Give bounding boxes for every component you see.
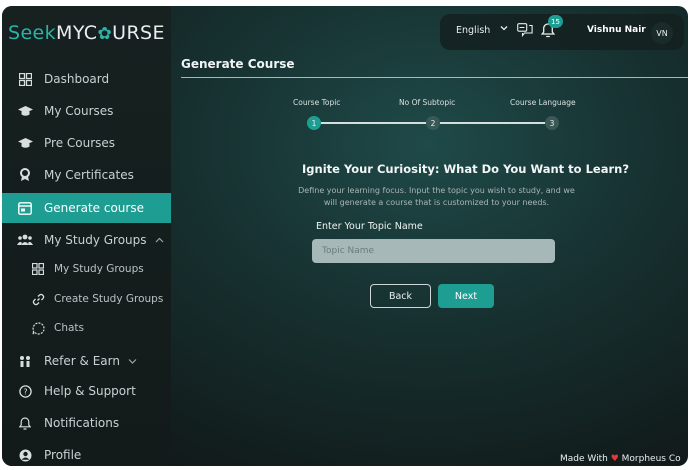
sidebar-subitem-create-study-groups[interactable]: Create Study Groups — [2, 284, 171, 314]
help-icon: ? — [17, 383, 33, 399]
chat-icon — [30, 320, 46, 336]
sidebar-item-label: Dashboard — [44, 72, 110, 86]
graduation-cap-icon — [17, 135, 33, 151]
user-name[interactable]: Vishnu Nair — [587, 25, 646, 35]
link-icon — [30, 291, 46, 307]
step-connector — [440, 122, 546, 124]
user-icon — [17, 447, 33, 463]
heart-icon: ♥ — [610, 454, 619, 464]
sidebar-item-label: Chats — [54, 322, 85, 334]
page-title: Generate Course — [181, 57, 295, 71]
bell-icon — [17, 415, 33, 431]
sidebar-item-label: Profile — [44, 448, 82, 462]
language-select[interactable]: English — [456, 25, 490, 36]
brand-seek: Seek — [8, 22, 57, 44]
sidebar-item-refer-earn[interactable]: Refer & Earn — [2, 346, 171, 376]
sidebar-item-label: Notifications — [44, 416, 120, 430]
step-1-indicator: 1 — [307, 116, 321, 130]
sidebar-item-label: My Study Groups — [54, 263, 144, 275]
step-2-indicator: 2 — [426, 116, 440, 130]
graduation-cap-icon — [17, 103, 33, 119]
sidebar-item-label: Generate course — [44, 201, 144, 215]
back-button[interactable]: Back — [370, 284, 431, 308]
sidebar-item-profile[interactable]: Profile — [2, 440, 171, 466]
sidebar-item-label: My Courses — [44, 104, 114, 118]
sidebar-item-help-support[interactable]: ? Help & Support — [2, 376, 171, 406]
chevron-down-icon[interactable] — [500, 24, 508, 34]
footer-author[interactable]: Morpheus Co — [622, 454, 681, 464]
footer-made-with: Made With — [560, 454, 608, 464]
avatar[interactable]: VN — [651, 22, 673, 44]
sidebar-item-dashboard[interactable]: Dashboard — [2, 64, 171, 94]
topic-field-label: Enter Your Topic Name — [316, 221, 423, 232]
users-icon — [17, 232, 33, 248]
brand-logo[interactable]: SeekMYC✿URSE — [8, 22, 165, 44]
sidebar-item-label: Refer & Earn — [44, 354, 120, 368]
sidebar-item-notifications[interactable]: Notifications — [2, 408, 171, 438]
sidebar-item-label: My Certificates — [44, 168, 134, 182]
step-label-subtopic: No Of Subtopic — [399, 98, 456, 107]
step-label-course-topic: Course Topic — [293, 98, 341, 107]
dashboard-icon — [17, 71, 33, 87]
notification-count-badge: 15 — [548, 15, 563, 28]
step-3-indicator: 3 — [545, 116, 559, 130]
title-divider — [181, 77, 688, 78]
sidebar-item-label: Pre Courses — [44, 136, 116, 150]
form-heading: Ignite Your Curiosity: What Do You Want … — [302, 162, 629, 176]
sidebar-item-label: My Study Groups — [44, 233, 147, 247]
sidebar-item-label: Create Study Groups — [54, 293, 164, 305]
top-bar: English 15 Vishnu Nair VN — [440, 14, 684, 50]
sidebar-item-pre-courses[interactable]: Pre Courses — [2, 128, 171, 158]
sidebar-item-label: Help & Support — [44, 384, 136, 398]
footer-credit: Made With ♥ Morpheus Co — [560, 454, 681, 464]
sidebar-subitem-my-study-groups[interactable]: My Study Groups — [2, 254, 171, 284]
chevron-down-icon[interactable] — [128, 356, 137, 367]
refer-icon — [17, 353, 33, 369]
chevron-up-icon[interactable] — [155, 235, 164, 246]
sidebar-item-generate-course[interactable]: Generate course — [2, 193, 171, 223]
next-button[interactable]: Next — [438, 284, 494, 308]
topic-name-input[interactable] — [312, 239, 555, 263]
sidebar-subitem-chats[interactable]: Chats — [2, 313, 171, 343]
certificate-icon — [17, 167, 33, 183]
step-connector — [321, 122, 427, 124]
app-window: SeekMYC✿URSE Dashboard My Courses Pre Co… — [2, 6, 688, 466]
step-label-course-language: Course Language — [510, 98, 576, 107]
brand-my: MYC — [56, 22, 98, 44]
form-description: Define your learning focus. Input the to… — [298, 186, 575, 207]
sidebar-item-my-certificates[interactable]: My Certificates — [2, 160, 171, 190]
generate-icon — [17, 200, 33, 216]
brand-urse: URSE — [112, 22, 165, 44]
sidebar-item-my-courses[interactable]: My Courses — [2, 96, 171, 126]
brand-gear-icon: ✿ — [97, 24, 113, 44]
sidebar-item-my-study-groups[interactable]: My Study Groups — [2, 225, 171, 255]
svg-text:?: ? — [23, 387, 27, 396]
sidebar: SeekMYC✿URSE Dashboard My Courses Pre Co… — [2, 6, 171, 466]
grid-icon — [30, 261, 46, 277]
translate-chat-icon[interactable] — [517, 23, 533, 42]
